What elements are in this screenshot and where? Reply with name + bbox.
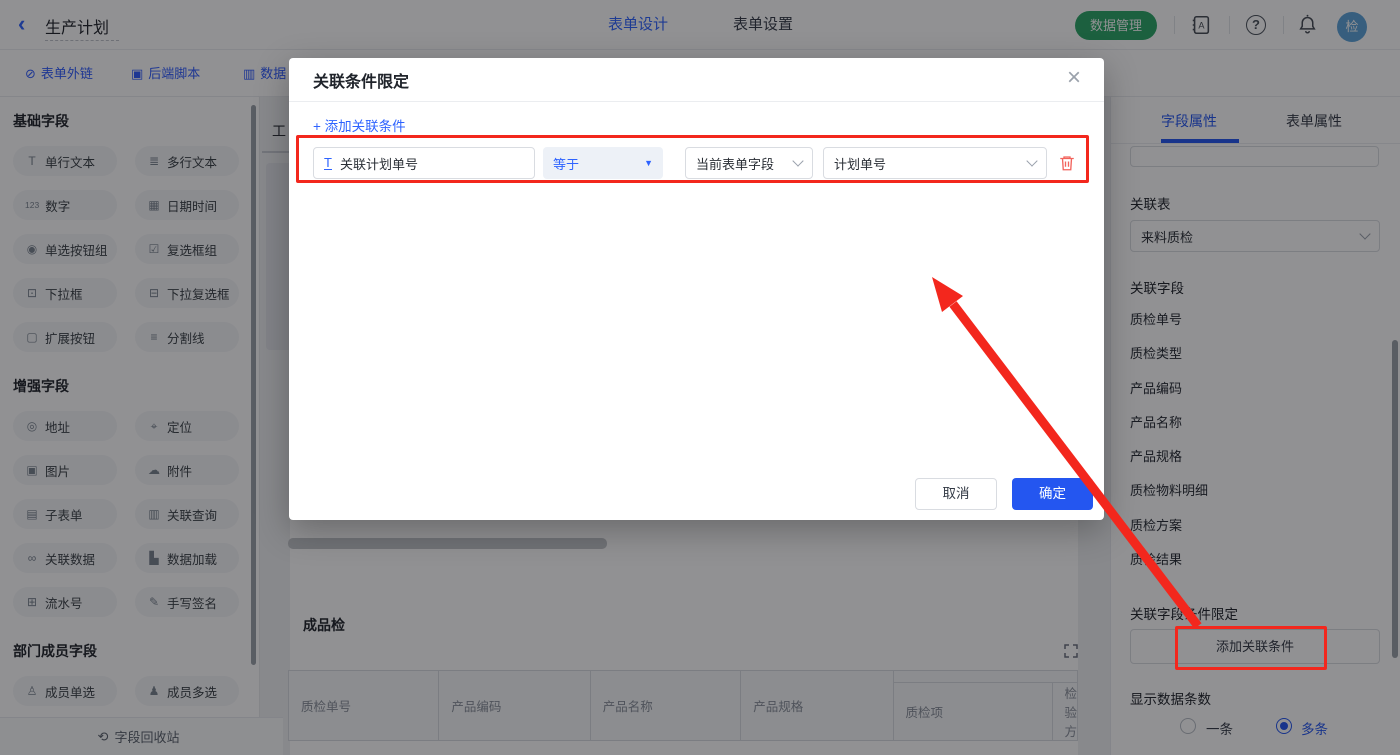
close-icon[interactable]: × <box>1067 66 1081 90</box>
source-select[interactable]: 当前表单字段 <box>685 147 813 179</box>
dropdown-triangle-icon: ▼ <box>644 158 653 168</box>
chevron-down-icon <box>792 155 803 166</box>
condition-field-select[interactable]: T 关联计划单号 <box>313 147 535 179</box>
divider <box>289 101 1104 102</box>
cancel-button[interactable]: 取消 <box>915 478 997 510</box>
text-field-icon: T <box>324 156 332 170</box>
modal-title: 关联条件限定 <box>313 68 409 92</box>
value-select[interactable]: 计划单号 <box>823 147 1047 179</box>
operator-select[interactable]: 等于 ▼ <box>543 147 663 179</box>
add-condition-link[interactable]: + 添加关联条件 <box>313 115 406 135</box>
trash-icon[interactable] <box>1058 153 1076 173</box>
confirm-button[interactable]: 确定 <box>1012 478 1093 510</box>
condition-limit-modal: 关联条件限定 × + 添加关联条件 T 关联计划单号 等于 ▼ 当前表单字段 计… <box>289 58 1104 520</box>
chevron-down-icon <box>1026 155 1037 166</box>
